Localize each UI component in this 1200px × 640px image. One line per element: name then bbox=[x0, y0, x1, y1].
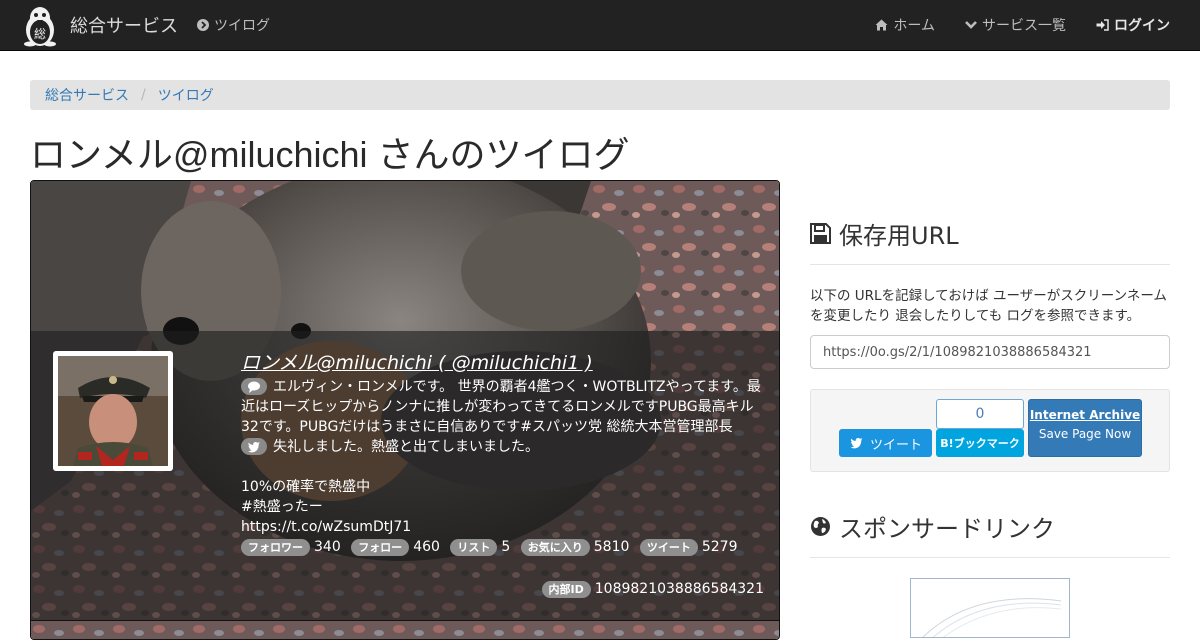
chevron-down-icon bbox=[965, 21, 977, 29]
nav-services[interactable]: サービス一覧 bbox=[965, 15, 1066, 35]
stat-followers-label: フォロワー bbox=[241, 539, 310, 556]
hatena-bookmark-count[interactable]: 0 bbox=[936, 399, 1024, 429]
save-url-heading: 保存用URL bbox=[810, 216, 959, 251]
save-url-description: 以下の URLを記録しておけば ユーザーがスクリーンネームを変更したり 退会した… bbox=[810, 288, 1167, 324]
brand-link[interactable]: 総 総合サービス bbox=[18, 2, 178, 48]
home-icon bbox=[875, 19, 888, 31]
nav-twilog[interactable]: ツイログ bbox=[197, 0, 270, 50]
penguin-logo-icon: 総 bbox=[24, 7, 56, 47]
description-line-2: 近はローズヒップからノンナに推しが変わってきてるロンメルですPUBG最高キル bbox=[241, 399, 754, 415]
save-page-now-label: Save Page Now bbox=[1038, 427, 1132, 441]
tweet-line-2: 10%の確率で熱盛中 bbox=[241, 479, 371, 495]
comment-icon bbox=[248, 381, 260, 393]
tweet-link[interactable]: https://t.co/wZsumDtJ71 bbox=[241, 517, 766, 537]
description-line-1: エルヴィン・ロンメルです。 世界の覇者4艦つく・WOTBLITZやってます。最 bbox=[273, 379, 761, 395]
stat-following-label: フォロー bbox=[351, 539, 410, 556]
chevron-circle-right-icon bbox=[197, 19, 209, 31]
profile-description: エルヴィン・ロンメルです。 世界の覇者4艦つく・WOTBLITZやってます。最 … bbox=[241, 377, 766, 437]
divider bbox=[810, 557, 1170, 558]
twitter-bird-icon bbox=[247, 441, 260, 453]
globe-icon bbox=[811, 517, 830, 536]
twitter-badge bbox=[241, 438, 267, 455]
twitter-bird-icon bbox=[850, 437, 863, 449]
save-url-input[interactable] bbox=[810, 335, 1170, 369]
profile-card: ロンメル@miluchichi ( @miluchichi1 ) エルヴィン・ロ… bbox=[30, 180, 780, 640]
hatena-bookmark-button[interactable]: B! ブックマーク bbox=[936, 429, 1024, 457]
internal-id: 内部ID 1089821038886584321 bbox=[541, 581, 764, 598]
nav-home[interactable]: ホーム bbox=[875, 15, 935, 35]
latest-tweet: 失礼しました。熱盛と出てしまいました。 10%の確率で熱盛中 #熱盛ったー ht… bbox=[241, 437, 766, 537]
nav-login[interactable]: ログイン bbox=[1096, 15, 1170, 35]
page-title: ロンメル@miluchichi さんのツイログ bbox=[30, 134, 630, 175]
comment-badge bbox=[241, 378, 267, 395]
sign-in-icon bbox=[1096, 19, 1109, 31]
hatena-bookmark-label: ブックマーク bbox=[953, 437, 1020, 450]
nav-home-label: ホーム bbox=[893, 18, 935, 34]
save-url-heading-label: 保存用URL bbox=[839, 222, 959, 250]
breadcrumb-home[interactable]: 総合サービス bbox=[45, 85, 129, 105]
breadcrumb-twilog[interactable]: ツイログ bbox=[158, 85, 214, 105]
description-line-3: 32です。PUBGだけはうまさに自信ありです#スパッツ党 総統大本営管理部長 bbox=[241, 419, 733, 435]
nav-services-label: サービス一覧 bbox=[982, 18, 1066, 34]
nav-twilog-label: ツイログ bbox=[214, 18, 270, 34]
internet-archive-button[interactable]: Internet Archive Save Page Now bbox=[1028, 399, 1142, 457]
sponsored-ad[interactable] bbox=[910, 578, 1070, 638]
profile-name-link[interactable]: ロンメル@miluchichi ( @miluchichi1 ) bbox=[241, 353, 766, 373]
profile-info: ロンメル@miluchichi ( @miluchichi1 ) エルヴィン・ロ… bbox=[241, 353, 766, 557]
tweet-line-1: 失礼しました。熱盛と出てしまいました。 bbox=[273, 439, 539, 455]
breadcrumb: 総合サービス / ツイログ bbox=[30, 80, 1170, 110]
floppy-disk-icon bbox=[810, 223, 831, 244]
svg-text:総: 総 bbox=[34, 27, 46, 41]
ad-image bbox=[922, 598, 1062, 637]
avatar[interactable] bbox=[53, 351, 173, 471]
divider bbox=[810, 264, 1170, 265]
nav-login-label: ログイン bbox=[1114, 18, 1170, 34]
tweet-button[interactable]: ツイート bbox=[839, 429, 932, 457]
sponsored-heading: スポンサードリンク bbox=[810, 509, 1055, 544]
internal-id-label: 内部ID bbox=[541, 581, 591, 598]
share-box: ツイート 0 B! ブックマーク Internet Archive Save Pa… bbox=[810, 389, 1170, 472]
tweet-line-3: #熱盛ったー bbox=[241, 499, 323, 515]
internet-archive-title: Internet Archive bbox=[1029, 408, 1141, 422]
navbar: 総 総合サービス ツイログ ホーム サービス一覧 ログイン bbox=[0, 0, 1200, 51]
stat-favorites-value: 5810 bbox=[593, 539, 630, 555]
internal-id-value: 1089821038886584321 bbox=[594, 581, 764, 597]
stat-favorites-label: お気に入り bbox=[520, 539, 590, 556]
stat-tweets-value: 5279 bbox=[701, 539, 738, 555]
profile-stats: フォロワー 340 フォロー 460 リスト 5 お気に入り 5810 ツイート 5279 bbox=[241, 537, 766, 557]
avatar-image bbox=[58, 356, 168, 466]
nav-right: ホーム サービス一覧 ログイン bbox=[845, 0, 1170, 50]
stat-lists-value: 5 bbox=[501, 539, 511, 555]
breadcrumb-separator: / bbox=[141, 87, 146, 103]
sponsored-heading-label: スポンサードリンク bbox=[839, 515, 1055, 543]
stat-following-value: 460 bbox=[413, 539, 440, 555]
tweet-button-label: ツイート bbox=[869, 437, 922, 453]
hatena-b-icon: B! bbox=[940, 436, 954, 450]
stat-lists-label: リスト bbox=[450, 539, 498, 556]
brand-title: 総合サービス bbox=[70, 16, 178, 37]
card-divider bbox=[31, 620, 779, 621]
stat-followers-value: 340 bbox=[314, 539, 341, 555]
stat-tweets-label: ツイート bbox=[639, 539, 698, 556]
